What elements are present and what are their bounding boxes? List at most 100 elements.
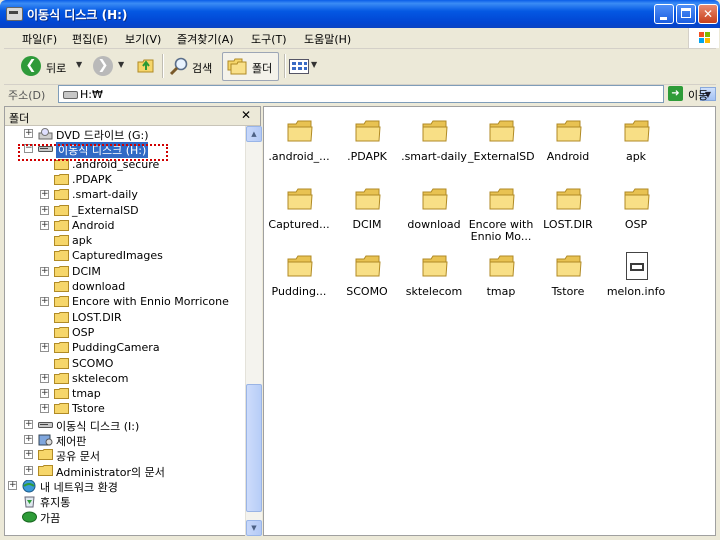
folder-item[interactable]: _ExternalSD xyxy=(468,115,535,175)
tree-item[interactable]: + PuddingCamera xyxy=(5,340,245,355)
tree-item[interactable]: apk xyxy=(5,233,245,248)
tree-item[interactable]: + tmap xyxy=(5,386,245,401)
expand-icon[interactable]: + xyxy=(40,404,49,414)
menu-help[interactable]: 도움말(H) xyxy=(304,31,351,47)
tree-item[interactable]: OSP xyxy=(5,325,245,340)
tree-item-label[interactable]: CapturedImages xyxy=(72,249,163,262)
scroll-down-icon[interactable]: ▼ xyxy=(246,520,262,536)
address-input[interactable]: H:₩ ▼ xyxy=(58,85,716,103)
tree-item-label[interactable]: OSP xyxy=(72,326,94,339)
maximize-button[interactable] xyxy=(676,4,696,24)
expand-icon[interactable]: + xyxy=(40,205,49,215)
back-button-label[interactable]: 뒤로 xyxy=(46,60,66,76)
tree-item-label[interactable]: Tstore xyxy=(72,402,105,415)
tree-item-label[interactable]: SCOMO xyxy=(72,357,113,370)
expand-icon[interactable]: + xyxy=(40,190,49,200)
tree-item[interactable]: + _ExternalSD xyxy=(5,203,245,218)
address-value[interactable]: H:₩ xyxy=(80,88,103,101)
menu-view[interactable]: 보기(V) xyxy=(125,31,161,47)
tree-item-label[interactable]: Android xyxy=(72,219,115,232)
tree-item[interactable]: + DCIM xyxy=(5,264,245,279)
tree-item-label[interactable]: .smart-daily xyxy=(72,188,138,201)
title-bar[interactable]: 이동식 디스크 (H:) ✕ xyxy=(0,0,720,28)
tree-item-label[interactable]: LOST.DIR xyxy=(72,311,122,324)
tree-item-label[interactable]: .PDAPK xyxy=(72,173,112,186)
forward-arrow-icon[interactable]: ❯ xyxy=(93,56,113,76)
tree-item[interactable]: + .smart-daily xyxy=(5,187,245,202)
expand-icon[interactable]: + xyxy=(24,465,33,475)
tree-item[interactable]: 가끔 xyxy=(5,509,245,526)
tree-item[interactable]: + sktelecom xyxy=(5,371,245,386)
tree-item[interactable]: CapturedImages xyxy=(5,248,245,263)
back-dropdown-icon[interactable]: ▼ xyxy=(76,60,82,69)
folder-item[interactable]: SCOMO xyxy=(334,250,400,310)
tree-item[interactable]: download xyxy=(5,279,245,294)
expand-icon[interactable]: + xyxy=(24,129,33,138)
folder-item[interactable]: .PDAPK xyxy=(334,115,400,175)
tree-item-label[interactable]: tmap xyxy=(72,387,101,400)
tree-item[interactable]: + 내 네트워크 환경 xyxy=(5,478,245,494)
folder-item[interactable]: Captured... xyxy=(266,183,332,243)
tree-item-label[interactable]: 가끔 xyxy=(40,510,60,526)
close-button[interactable]: ✕ xyxy=(698,4,718,24)
folder-item[interactable]: Encore with Ennio Mo... xyxy=(468,183,534,243)
forward-dropdown-icon[interactable]: ▼ xyxy=(118,60,124,69)
minimize-button[interactable] xyxy=(654,4,674,24)
folder-item[interactable]: apk xyxy=(603,115,669,175)
expand-icon[interactable]: + xyxy=(24,450,33,460)
search-button-label[interactable]: 검색 xyxy=(192,60,212,76)
scroll-up-icon[interactable]: ▲ xyxy=(246,126,262,142)
folder-item[interactable]: LOST.DIR xyxy=(535,183,601,243)
tree-item[interactable]: 휴지통 xyxy=(5,493,245,509)
folder-item[interactable]: download xyxy=(401,183,467,243)
folder-item[interactable]: Pudding... xyxy=(266,250,332,310)
folders-icon[interactable] xyxy=(227,58,247,75)
menu-edit[interactable]: 편집(E) xyxy=(72,31,108,47)
folder-item[interactable]: Android xyxy=(535,115,601,175)
close-pane-icon[interactable]: ✕ xyxy=(241,108,251,122)
expand-icon[interactable]: + xyxy=(8,480,17,490)
folder-item[interactable]: DCIM xyxy=(334,183,400,243)
tree-item[interactable]: + 이동식 디스크 (I:) xyxy=(5,417,245,433)
tree-item[interactable]: + Android xyxy=(5,218,245,233)
tree-item-label[interactable]: download xyxy=(72,280,125,293)
search-icon[interactable] xyxy=(169,56,189,76)
views-icon[interactable] xyxy=(289,59,309,74)
tree-item-label[interactable]: apk xyxy=(72,234,92,247)
tree-item[interactable]: LOST.DIR xyxy=(5,310,245,325)
tree-item[interactable]: + 공유 문서 xyxy=(5,447,245,463)
vertical-scrollbar[interactable]: ▲ ▼ xyxy=(245,126,262,536)
expand-icon[interactable]: + xyxy=(40,343,49,353)
tree-item-label[interactable]: Encore with Ennio Morricone xyxy=(72,295,229,308)
tree-item[interactable]: + Encore with Ennio Morricone xyxy=(5,294,245,309)
tree-item-label[interactable]: PuddingCamera xyxy=(72,341,160,354)
back-arrow-icon[interactable]: ❮ xyxy=(21,56,41,76)
tree-item[interactable]: SCOMO xyxy=(5,356,245,371)
expand-icon[interactable]: + xyxy=(40,297,49,307)
menu-tools[interactable]: 도구(T) xyxy=(251,31,287,47)
expand-icon[interactable]: + xyxy=(24,419,33,429)
tree-item[interactable]: + Administrator의 문서 xyxy=(5,463,245,479)
menu-file[interactable]: 파일(F) xyxy=(22,31,57,47)
go-button-label[interactable]: 이동 xyxy=(688,87,708,103)
file-item[interactable]: melon.info xyxy=(603,250,669,310)
tree-item[interactable]: + Tstore xyxy=(5,401,245,416)
expand-icon[interactable]: + xyxy=(40,220,49,230)
up-folder-icon[interactable] xyxy=(137,57,155,73)
tree-item-label[interactable]: _ExternalSD xyxy=(72,204,139,217)
menu-favorites[interactable]: 즐겨찾기(A) xyxy=(177,31,234,47)
folders-button-label[interactable]: 폴더 xyxy=(252,60,272,76)
tree-item-label[interactable]: DCIM xyxy=(72,265,101,278)
expand-icon[interactable]: + xyxy=(40,389,49,399)
tree-item-label[interactable]: sktelecom xyxy=(72,372,129,385)
tree-item[interactable]: .PDAPK xyxy=(5,172,245,187)
expand-icon[interactable]: + xyxy=(40,266,49,276)
views-dropdown-icon[interactable]: ▼ xyxy=(311,60,317,69)
folder-item[interactable]: OSP xyxy=(603,183,669,243)
folder-item[interactable]: sktelecom xyxy=(401,250,467,310)
folder-item[interactable]: .android_... xyxy=(266,115,332,175)
folder-item[interactable]: tmap xyxy=(468,250,534,310)
folder-item[interactable]: Tstore xyxy=(535,250,601,310)
tree-item[interactable]: + DVD 드라이브 (G:) xyxy=(5,126,245,142)
tree-item[interactable]: + 제어판 xyxy=(5,432,245,448)
